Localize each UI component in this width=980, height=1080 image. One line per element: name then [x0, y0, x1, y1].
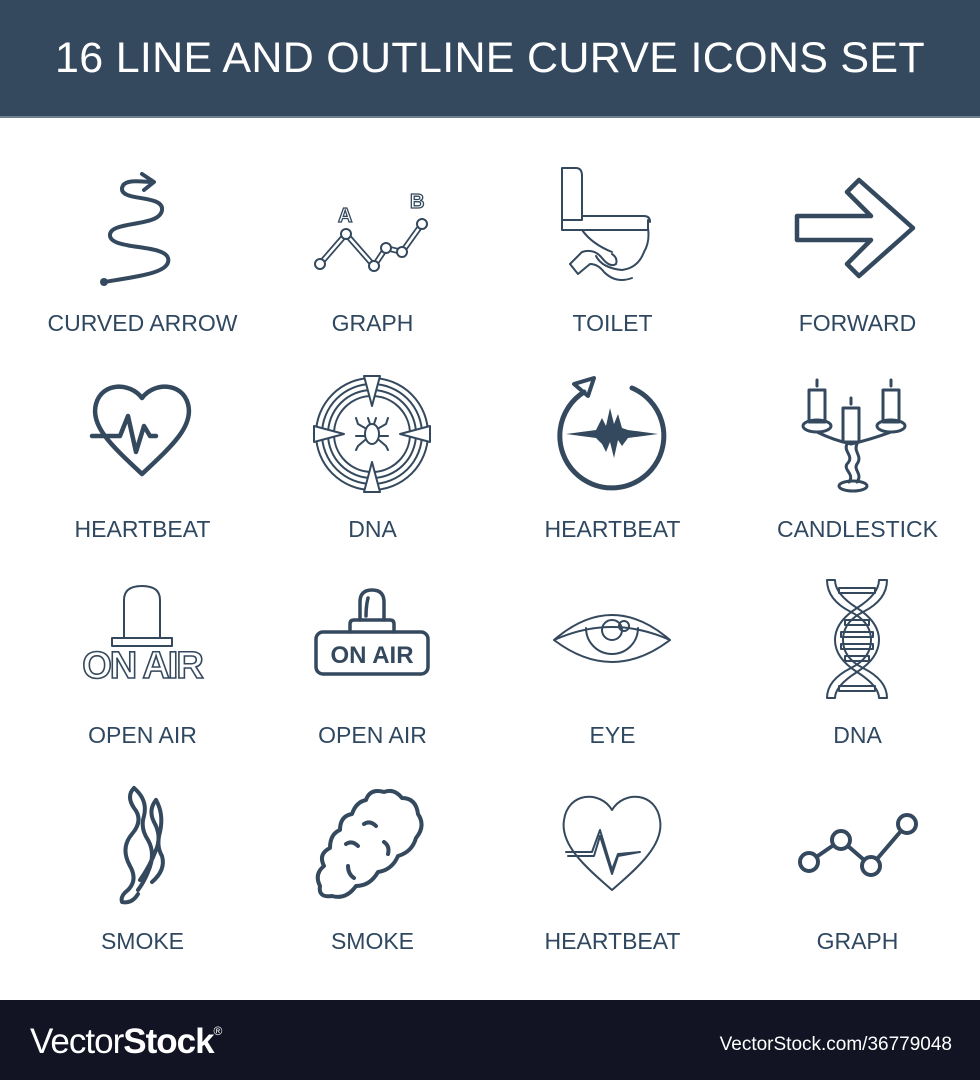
forward-arrow-icon [794, 177, 916, 279]
graph-ab-icon: A B [314, 190, 428, 272]
icon-tile-heartbeat-2: HEARTBEAT [490, 324, 735, 542]
on-air-sign-icon: ON AIR [314, 588, 430, 676]
brand-light: Vector [30, 1022, 124, 1061]
heartbeat-outline-icon [562, 795, 662, 891]
icon-tile-open-air-2: ON AIR OPEN AIR [250, 530, 495, 748]
page-title: 16 LINE AND OUTLINE CURVE ICONS SET [55, 33, 925, 82]
icon-tile-dna-bug: DNA [250, 324, 495, 542]
on-air-outline-text: ON AIR [82, 645, 203, 687]
bug-target-icon [313, 375, 431, 493]
icon-tile-open-air-1: ON AIR OPEN AIR [20, 530, 265, 748]
icon-label: HEARTBEAT [544, 928, 681, 954]
icon-label: GRAPH [816, 928, 899, 954]
heartbeat-cycle-icon [557, 376, 667, 491]
icon-tile-smoke-1: SMOKE [20, 736, 265, 954]
icon-tile-smoke-2: SMOKE [250, 736, 495, 954]
registered-mark: ® [213, 1024, 223, 1038]
eye-icon [553, 614, 671, 663]
header-banner: 16 LINE AND OUTLINE CURVE ICONS SET [0, 0, 980, 116]
graph-point-label-b: B [410, 191, 424, 213]
heartbeat-heart-icon [89, 384, 192, 477]
icon-grid: CURVED ARROW A B GRAPH TOILET FORWARD HE… [0, 118, 980, 1000]
brand-bold: Stock [123, 1022, 214, 1061]
on-air-lamp-icon: ON AIR [81, 585, 206, 688]
smoke-wisp-icon [119, 786, 165, 905]
icon-tile-graph: A B GRAPH [250, 118, 495, 336]
icon-label: SMOKE [100, 928, 185, 954]
icon-tile-curved-arrow: CURVED ARROW [20, 118, 265, 336]
icon-tile-candlestick: CANDLESTICK [735, 324, 980, 542]
candlestick-icon [801, 378, 907, 493]
toilet-icon [561, 167, 651, 281]
icon-tile-heartbeat-3: HEARTBEAT [490, 736, 735, 954]
icon-tile-forward: FORWARD [735, 118, 980, 336]
icon-tile-graph-2: GRAPH [735, 736, 980, 954]
curved-arrow-icon [100, 172, 171, 286]
icon-label: SMOKE [330, 928, 415, 954]
graph-point-label-a: A [338, 205, 352, 227]
dna-helix-icon [826, 579, 888, 699]
smoke-cloud-icon [315, 788, 424, 899]
brand-logo[interactable]: VectorStock® [30, 1022, 223, 1062]
stock-id-link[interactable]: VectorStock.com/36779048 [720, 1034, 952, 1056]
icon-tile-heartbeat-1: HEARTBEAT [20, 324, 265, 542]
graph-line-icon [798, 813, 918, 877]
on-air-sign-text: ON AIR [330, 642, 413, 669]
icon-tile-eye: EYE [490, 530, 735, 748]
footer-bar: VectorStock® VectorStock.com/36779048 [0, 1000, 980, 1080]
icon-tile-dna-helix: DNA [735, 530, 980, 748]
icon-tile-toilet: TOILET [490, 118, 735, 336]
